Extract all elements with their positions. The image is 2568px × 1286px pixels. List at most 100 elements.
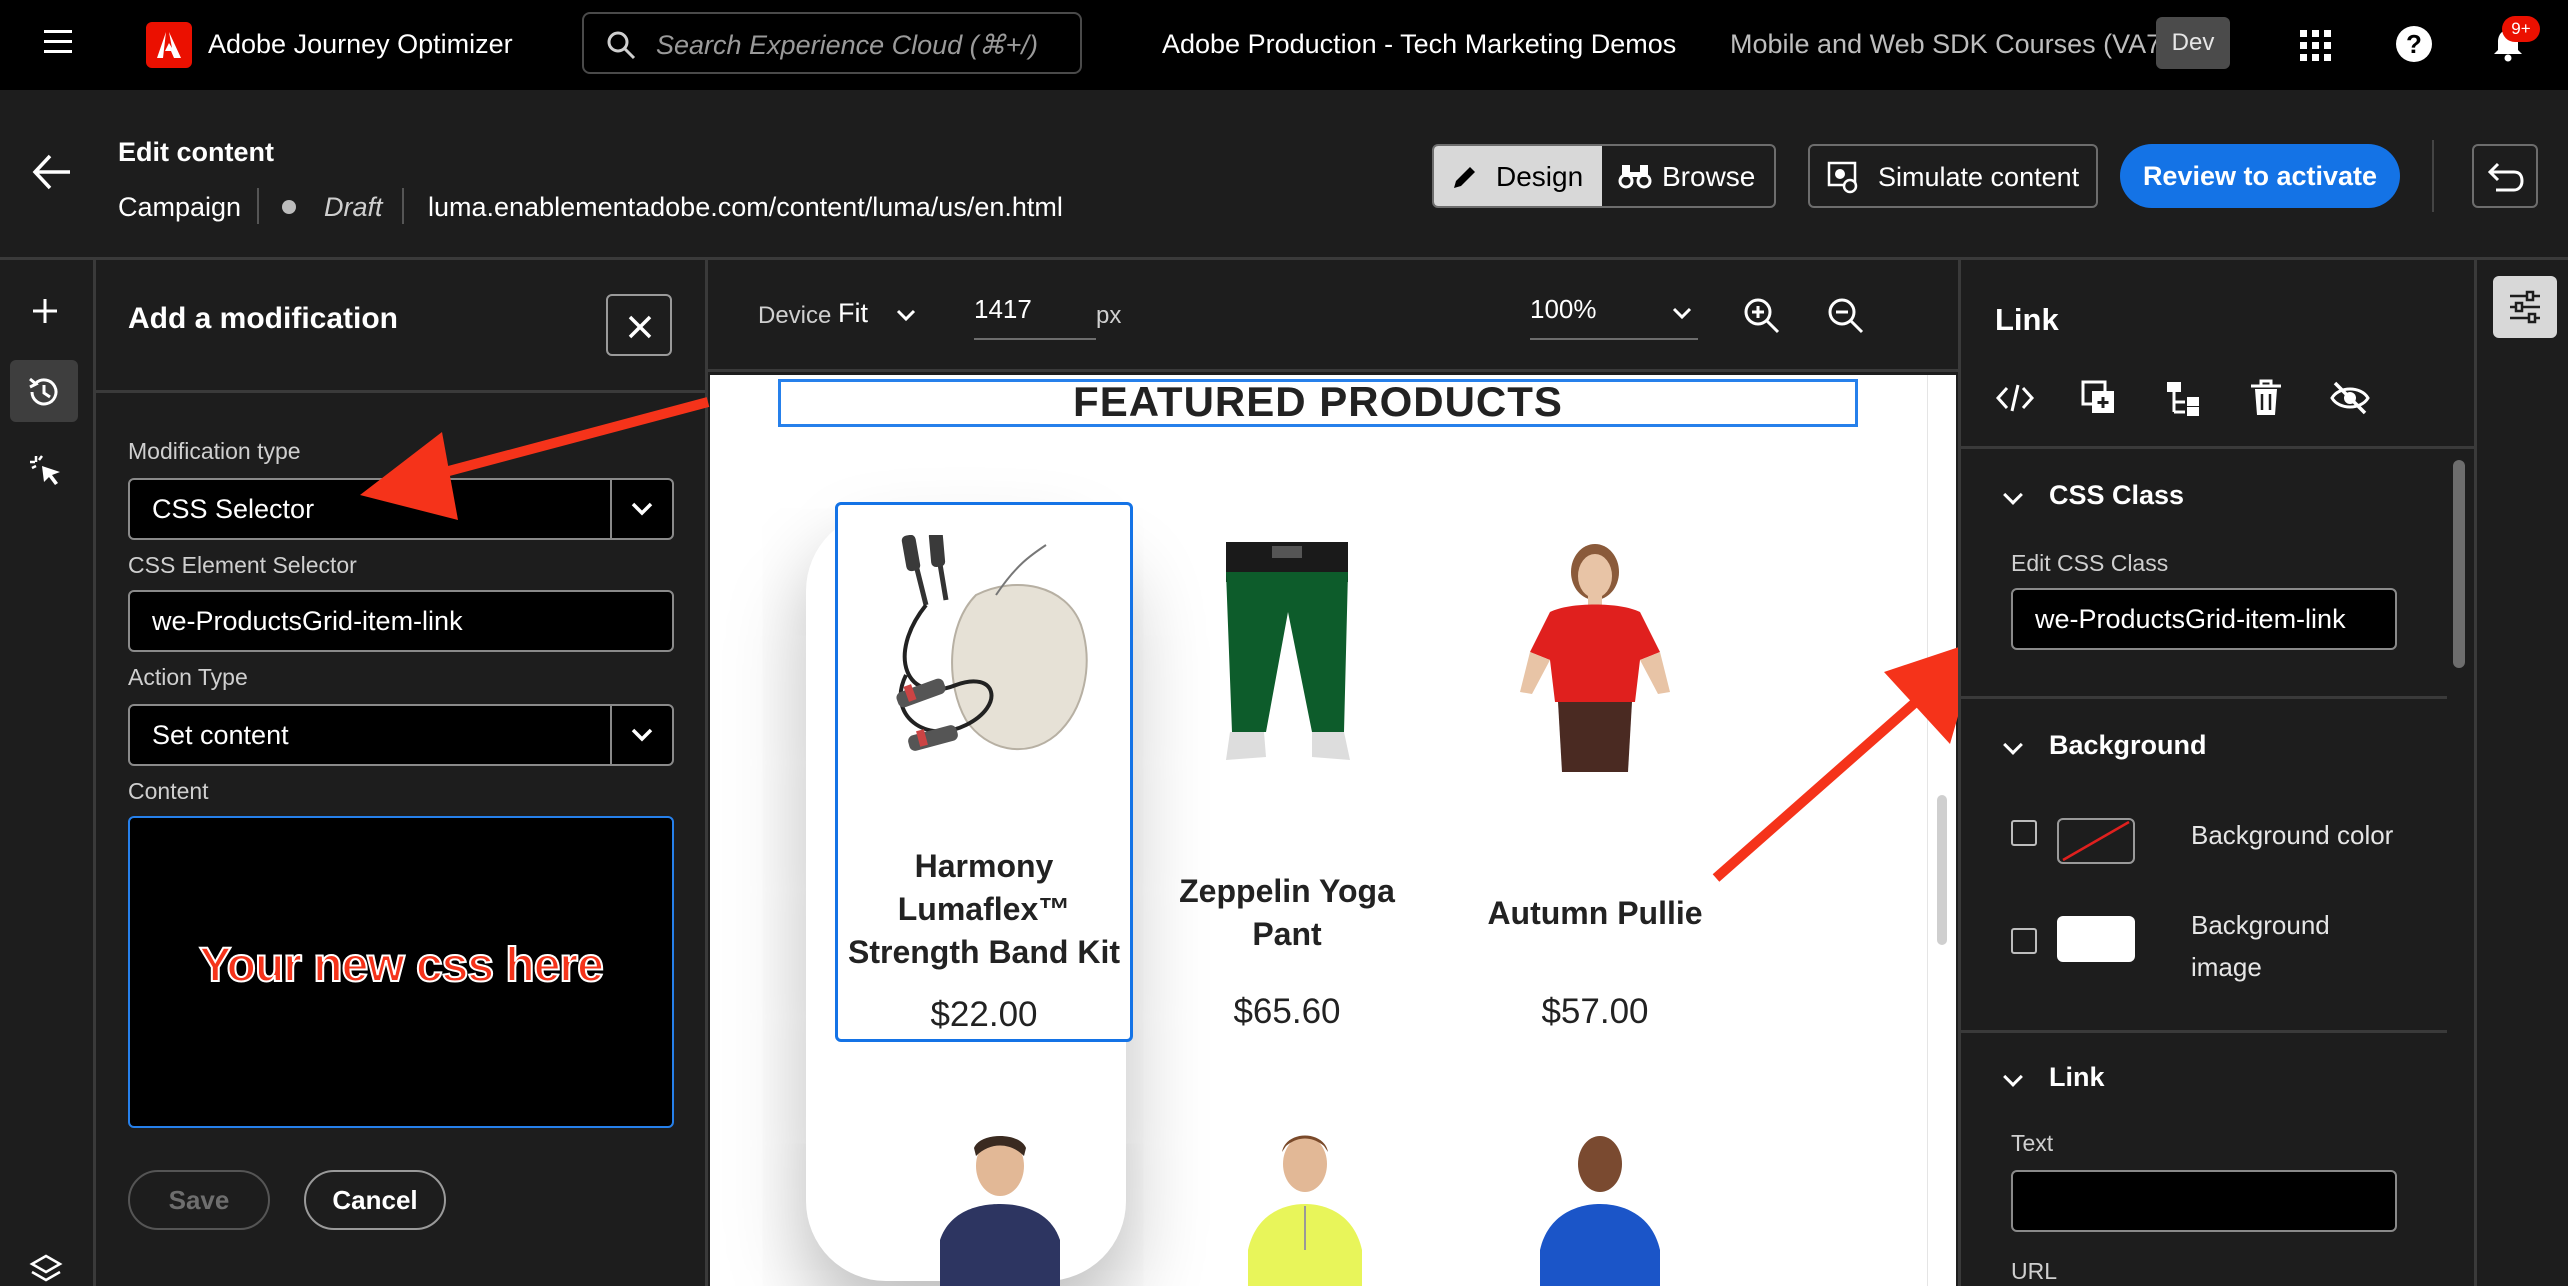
chevron-down-icon[interactable] (2003, 485, 2023, 505)
breadcrumb-divider (402, 188, 404, 224)
zoom-select[interactable]: 100% (1530, 294, 1698, 340)
background-color-label: Background color (2191, 820, 2394, 850)
binoculars-icon (1618, 165, 1652, 189)
device-label: Device (758, 302, 832, 329)
breadcrumb-campaign: Campaign (118, 192, 242, 222)
css-element-selector-input[interactable]: we-ProductsGrid-item-link (128, 590, 674, 652)
action-type-select[interactable]: Set content (128, 704, 674, 766)
background-color-swatch[interactable] (2057, 818, 2135, 864)
sandbox-switcher[interactable]: Mobile and Web SDK Courses (VA7) (1730, 29, 2170, 60)
org-switcher[interactable]: Adobe Production - Tech Marketing Demos (1162, 29, 1676, 60)
design-browse-toggle: Design Browse (1432, 144, 1776, 208)
hide-icon[interactable] (2329, 380, 2371, 416)
device-value: Fit (838, 298, 868, 328)
background-image-swatch[interactable] (2057, 916, 2135, 962)
strength-band-kit-image (896, 535, 1088, 751)
panel-title: Link (1995, 302, 2059, 337)
product-card[interactable]: Autumn Pullie $57.00 (1450, 502, 1740, 1042)
heading-text: FEATURED PRODUCTS (1073, 378, 1563, 425)
modification-type-select[interactable]: CSS Selector (128, 478, 674, 540)
canvas-scrollbar-thumb[interactable] (1937, 795, 1947, 945)
featured-products-heading[interactable]: FEATURED PRODUCTS (778, 379, 1858, 427)
undo-button[interactable] (2472, 144, 2538, 208)
hamburger-menu-icon[interactable] (44, 30, 72, 54)
link-text-input[interactable] (2011, 1170, 2397, 1232)
search-input[interactable]: Search Experience Cloud (⌘+/) (582, 12, 1082, 74)
section-divider (1961, 1030, 2447, 1033)
width-value: 1417 (974, 294, 1032, 324)
back-arrow-icon[interactable] (32, 154, 72, 190)
global-header: Adobe Journey Optimizer Search Experienc… (0, 0, 2568, 90)
element-picker-icon[interactable] (28, 452, 64, 488)
background-color-checkbox[interactable] (2011, 820, 2037, 846)
search-icon (607, 31, 636, 60)
width-input[interactable]: 1417 (974, 294, 1096, 340)
design-tab[interactable]: Design (1434, 146, 1602, 206)
action-type-label: Action Type (128, 664, 248, 690)
edit-content-header: Edit content Campaign Draft luma.enablem… (0, 90, 2568, 260)
panel-title: Add a modification (128, 302, 398, 335)
history-button[interactable] (10, 360, 78, 422)
chevron-down-icon[interactable] (2003, 735, 2023, 755)
css-selector-label: CSS Element Selector (128, 552, 357, 578)
close-icon (628, 315, 652, 339)
edit-css-class-input[interactable]: we-ProductsGrid-item-link (2011, 588, 2397, 650)
link-url-label: URL (2011, 1258, 2058, 1284)
close-panel-button[interactable] (606, 294, 672, 356)
product-price: $57.00 (1541, 992, 1649, 1031)
pencil-icon (1454, 167, 1475, 188)
browse-label: Browse (1662, 161, 1756, 192)
left-rail (0, 260, 96, 1286)
adobe-logo-icon[interactable] (146, 22, 192, 68)
help-icon[interactable]: ? (2396, 26, 2432, 62)
page-preview-canvas[interactable]: FEATURED PRODUCTS Harmony Lumaflex™ Stre… (710, 375, 1956, 1286)
canvas-toolbar: Device Fit 1417 px 100% (708, 260, 1958, 372)
duplicate-icon[interactable] (2079, 378, 2119, 418)
product-card-selected[interactable]: Harmony Lumaflex™ Strength Band Kit $22.… (835, 502, 1133, 1042)
product-image-man-blue (1540, 1136, 1660, 1286)
browse-tab[interactable]: Browse (1604, 146, 1774, 206)
element-properties-panel: Link CSS Class Edit CSS Class we-Product… (1958, 260, 2474, 1286)
background-image-checkbox[interactable] (2011, 928, 2037, 954)
simulate-content-button[interactable]: Simulate content (1808, 144, 2098, 208)
edit-content-title: Edit content (118, 137, 274, 167)
zoom-out-icon[interactable] (1826, 296, 1866, 336)
content-label: Content (128, 778, 209, 804)
product-card[interactable]: Zeppelin Yoga Pant $65.60 (1142, 502, 1432, 1042)
content-textarea[interactable]: Your new css here (128, 816, 674, 1128)
chevron-down-icon[interactable] (2003, 1067, 2023, 1087)
review-to-activate-button[interactable]: Review to activate (2120, 144, 2400, 208)
background-section-header[interactable]: Background (2049, 730, 2207, 761)
chevron-down-icon (896, 309, 916, 322)
css-selector-value: we-ProductsGrid-item-link (152, 606, 463, 636)
css-class-section-header[interactable]: CSS Class (2049, 480, 2184, 511)
code-icon[interactable] (1995, 380, 2035, 416)
properties-toggle-button[interactable] (2493, 276, 2557, 338)
add-icon[interactable] (30, 296, 60, 326)
modification-type-value: CSS Selector (152, 494, 315, 524)
product-image-man-navy (940, 1136, 1060, 1286)
save-button[interactable]: Save (128, 1170, 270, 1230)
add-modification-panel: Add a modification Modification type CSS… (96, 260, 708, 1286)
delete-icon[interactable] (2247, 378, 2285, 418)
select-parent-icon[interactable] (2163, 378, 2203, 418)
edit-css-class-value: we-ProductsGrid-item-link (2035, 604, 2346, 634)
panel-scrollbar-thumb[interactable] (2453, 460, 2465, 668)
cancel-button[interactable]: Cancel (304, 1170, 446, 1230)
canvas-scrollbar[interactable] (1927, 375, 1956, 1286)
link-section-header[interactable]: Link (2049, 1062, 2105, 1093)
zoom-in-icon[interactable] (1742, 296, 1782, 336)
app-name[interactable]: Adobe Journey Optimizer (208, 29, 513, 60)
css-placeholder-annotation: Your new css here (198, 938, 605, 993)
device-select[interactable]: Fit (838, 298, 918, 334)
background-image-label: Background image (2191, 910, 2330, 982)
search-placeholder: Search Experience Cloud (⌘+/) (656, 30, 1038, 60)
product-name: Zeppelin Yoga Pant (1179, 873, 1395, 952)
panel-divider (96, 390, 705, 393)
notification-count-badge: 9+ (2502, 16, 2540, 42)
env-badge[interactable]: Dev (2156, 17, 2230, 69)
layers-icon[interactable] (28, 1250, 64, 1286)
apps-grid-icon[interactable] (2298, 28, 2332, 62)
header-divider (2432, 140, 2434, 212)
action-type-value: Set content (152, 720, 289, 750)
